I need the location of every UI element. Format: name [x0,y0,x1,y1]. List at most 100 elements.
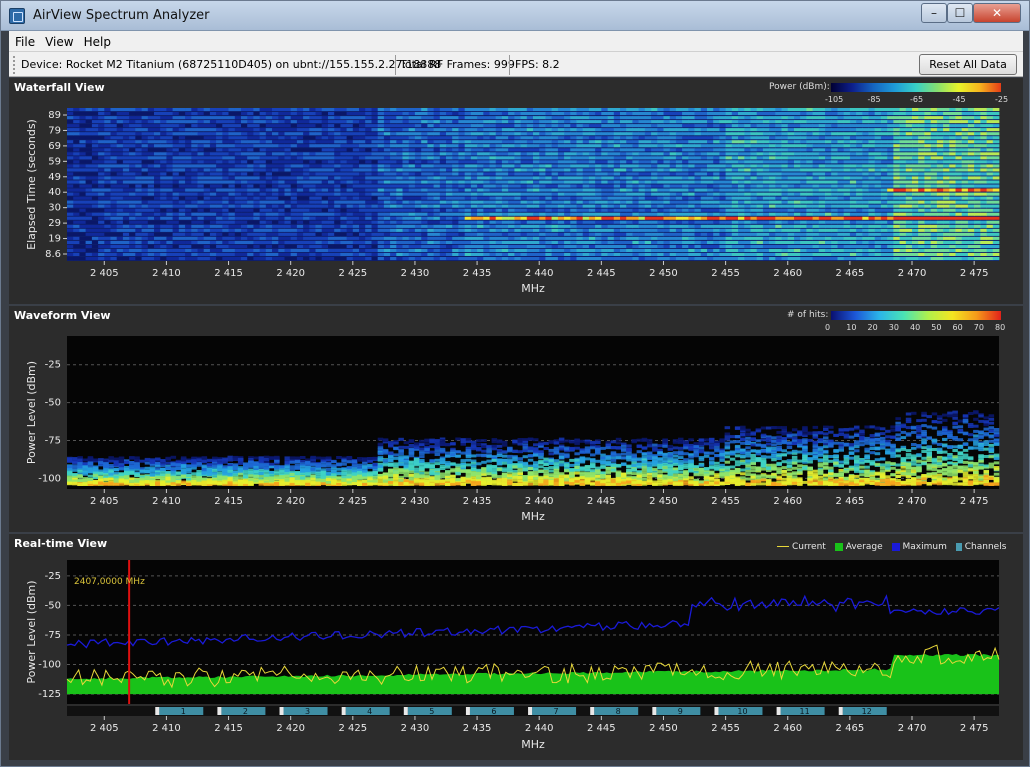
x-tick-label: 2 430 [401,496,430,507]
x-tick-label: 2 460 [773,268,802,279]
x-tick-label: 2 450 [649,723,678,734]
x-tick-label: 2 430 [401,723,430,734]
channel-edge [652,707,657,715]
x-tick-label: 2 465 [836,268,865,279]
y-tick-label: 19 [48,234,61,245]
channel-label: 11 [800,707,810,716]
x-tick-label: 2 420 [276,268,305,279]
x-tick-label: 2 470 [898,496,927,507]
x-axis-title: MHz [521,738,545,751]
y-tick-label: -25 [45,571,61,582]
x-tick-label: 2 445 [587,723,616,734]
menu-view[interactable]: View [39,33,77,49]
status-toolbar: Device: Rocket M2 Titanium (68725110D405… [9,51,1023,77]
x-tick-label: 2 405 [90,723,119,734]
realtime-plot[interactable]: -25-50-75-100-1252407,0000 MHz1 2 3 4 5 6 7 8 9 1… [9,534,1023,760]
y-tick-label: 69 [48,141,61,152]
channel-label: 8 [616,707,621,716]
fps-readout: FPS: 8.2 [515,58,560,71]
x-axis-title: MHz [521,510,545,523]
x-tick-label: 2 425 [338,723,367,734]
channel-edge [838,707,843,715]
x-tick-label: 2 410 [152,268,181,279]
channel-edge [403,707,408,715]
toolbar-separator [395,55,396,75]
channel-label: 2 [243,707,248,716]
app-icon [9,8,25,24]
channel-label: 6 [491,707,496,716]
y-tick-label: 49 [48,172,61,183]
x-tick-label: 2 460 [773,723,802,734]
channel-edge [155,707,160,715]
x-tick-label: 2 455 [711,496,740,507]
frequency-marker-label: 2407,0000 MHz [74,577,145,587]
waterfall-panel: Waterfall View Power (dBm): -105 -85 -65 -4… [9,78,1023,304]
channel-edge [217,707,222,715]
y-tick-label: 89 [48,110,61,121]
waveform-panel: Waveform View # of hits: 0 10 20 30 40 50 60 70… [9,306,1023,532]
app-window: AirView Spectrum Analyzer – ☐ ✕ File View… [0,0,1030,767]
total-rf-frames: Total RF Frames: 999 [400,58,515,71]
window-title: AirView Spectrum Analyzer [33,8,210,23]
y-axis-title: Power Level (dBm) [25,580,38,683]
y-axis-title: Power Level (dBm) [25,361,38,464]
toolbar-separator [509,55,510,75]
x-tick-label: 2 415 [214,268,243,279]
x-tick-label: 2 455 [711,723,740,734]
channel-label: 3 [305,707,310,716]
x-tick-label: 2 465 [836,496,865,507]
y-tick-label: 30 [48,203,61,214]
channel-edge [465,707,470,715]
x-tick-label: 2 415 [214,723,243,734]
y-tick-label: -25 [45,360,61,371]
x-tick-label: 2 405 [90,268,119,279]
channel-edge [279,707,284,715]
x-tick-label: 2 410 [152,496,181,507]
x-tick-label: 2 445 [587,496,616,507]
menu-help[interactable]: Help [78,33,115,49]
channel-label: 1 [181,707,186,716]
x-tick-label: 2 445 [587,268,616,279]
x-tick-label: 2 420 [276,723,305,734]
x-tick-label: 2 435 [463,496,492,507]
y-tick-label: -100 [38,473,61,484]
x-tick-label: 2 430 [401,268,430,279]
reset-all-data-button[interactable]: Reset All Data [919,54,1017,75]
x-tick-label: 2 410 [152,723,181,734]
menu-bar: File View Help [9,31,1023,51]
x-tick-label: 2 470 [898,723,927,734]
minimize-button[interactable]: – [921,3,947,23]
menu-file[interactable]: File [9,33,39,49]
waveform-plot[interactable]: -25 -50 -75 -100Power Level (dBm) 2 405 2 410… [9,306,1023,532]
y-tick-label: -75 [45,436,61,447]
y-tick-label: -50 [45,398,61,409]
x-tick-label: 2 415 [214,496,243,507]
waterfall-plot[interactable]: 89 79 69 59 49 40 30 29 19 8.6 Elapsed Time (secon… [9,78,1023,304]
x-tick-label: 2 420 [276,496,305,507]
x-tick-label: 2 440 [525,496,554,507]
x-tick-label: 2 460 [773,496,802,507]
channel-edge [714,707,719,715]
x-tick-label: 2 450 [649,496,678,507]
x-tick-label: 2 440 [525,723,554,734]
y-axis-title: Elapsed Time (seconds) [25,119,38,250]
x-tick-label: 2 455 [711,268,740,279]
maximize-button[interactable]: ☐ [947,3,973,23]
channel-label: 5 [429,707,434,716]
x-tick-label: 2 475 [960,268,989,279]
x-tick-label: 2 450 [649,268,678,279]
x-tick-label: 2 475 [960,723,989,734]
x-tick-label: 2 435 [463,268,492,279]
toolbar-grip-icon[interactable] [13,56,16,74]
channel-label: 10 [737,707,747,716]
close-button[interactable]: ✕ [973,3,1021,23]
device-info: Device: Rocket M2 Titanium (68725110D405… [21,58,442,71]
y-tick-label: 8.6 [45,249,61,260]
channel-edge [776,707,781,715]
channel-label: 4 [367,707,372,716]
y-tick-label: 29 [48,218,61,229]
x-tick-label: 2 435 [463,723,492,734]
channel-edge [528,707,533,715]
x-tick-label: 2 475 [960,496,989,507]
y-tick-label: 40 [48,187,61,198]
